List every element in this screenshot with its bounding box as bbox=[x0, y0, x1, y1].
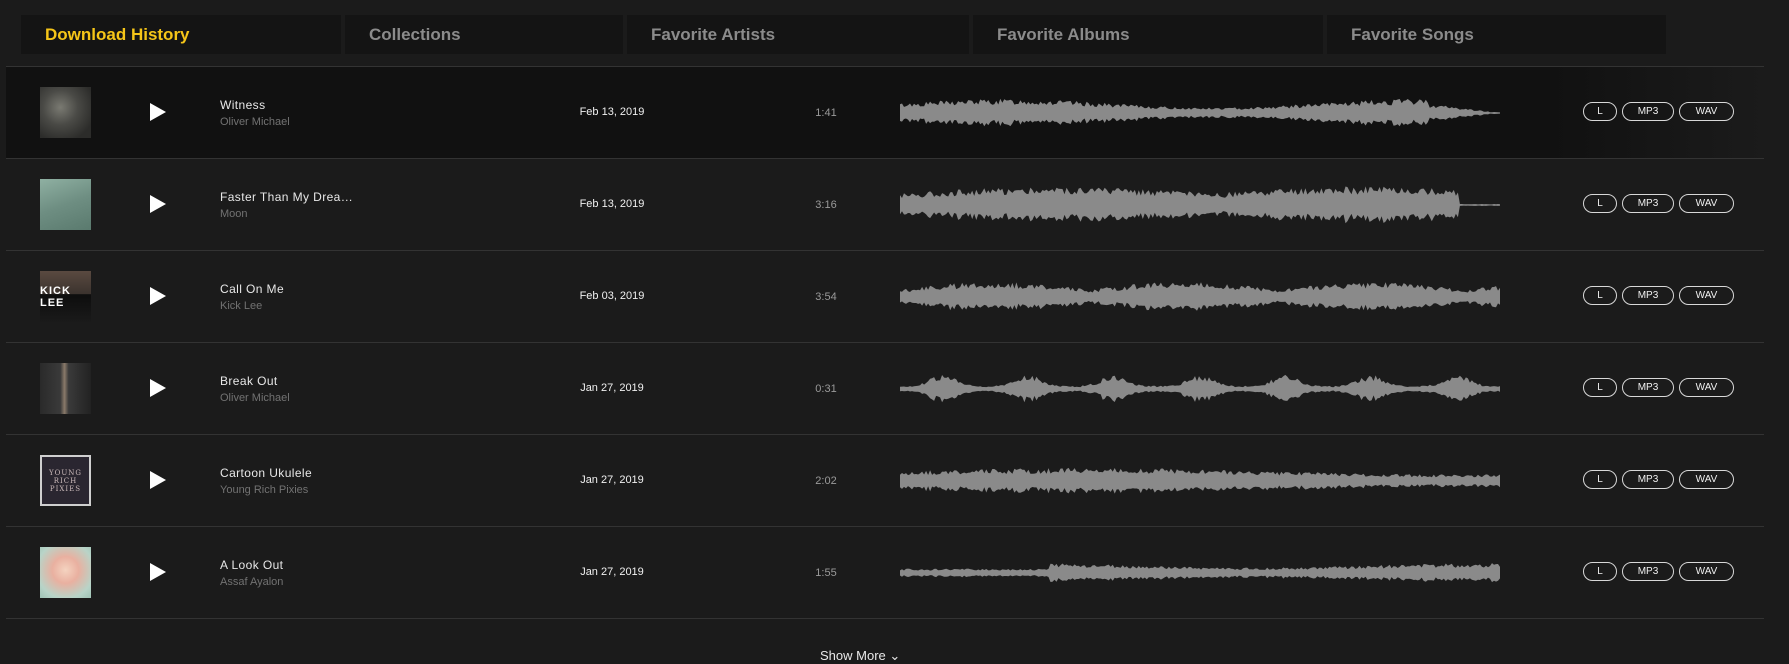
download-date: Feb 03, 2019 bbox=[579, 290, 645, 302]
tab-favorite-artists[interactable]: Favorite Artists bbox=[623, 15, 969, 54]
track-row: YOUNG RICH PIXIES Cartoon Ukulele Young … bbox=[6, 434, 1764, 526]
license-button[interactable]: L bbox=[1583, 102, 1617, 121]
track-duration: 3:54 bbox=[815, 291, 837, 303]
track-duration: 2:02 bbox=[815, 475, 837, 487]
download-buttons: L MP3 WAV bbox=[1583, 102, 1734, 121]
cover-text: KICK LEE bbox=[40, 284, 71, 309]
play-icon[interactable] bbox=[146, 101, 168, 123]
album-cover bbox=[40, 179, 91, 230]
play-icon[interactable] bbox=[146, 193, 168, 215]
license-button[interactable]: L bbox=[1583, 286, 1617, 305]
download-date: Jan 27, 2019 bbox=[580, 566, 644, 578]
wav-download-button[interactable]: WAV bbox=[1679, 286, 1734, 305]
download-buttons: L MP3 WAV bbox=[1583, 378, 1734, 397]
download-buttons: L MP3 WAV bbox=[1583, 470, 1734, 489]
album-cover bbox=[40, 547, 91, 598]
waveform[interactable] bbox=[900, 273, 1500, 321]
show-more-button[interactable]: Show More ⌄ bbox=[820, 648, 900, 664]
license-button[interactable]: L bbox=[1583, 194, 1617, 213]
waveform[interactable] bbox=[900, 89, 1500, 137]
track-title[interactable]: Cartoon Ukulele bbox=[220, 466, 312, 480]
play-icon[interactable] bbox=[146, 469, 168, 491]
mp3-download-button[interactable]: MP3 bbox=[1622, 102, 1674, 121]
track-artist[interactable]: Oliver Michael bbox=[220, 116, 290, 128]
waveform[interactable] bbox=[900, 549, 1500, 597]
download-history-list: Witness Oliver Michael Feb 13, 2019 1:41… bbox=[6, 66, 1764, 619]
track-title[interactable]: Faster Than My Drea… bbox=[220, 190, 353, 204]
track-artist[interactable]: Young Rich Pixies bbox=[220, 484, 308, 496]
waveform[interactable] bbox=[900, 365, 1500, 413]
album-cover bbox=[40, 363, 91, 414]
wav-download-button[interactable]: WAV bbox=[1679, 378, 1734, 397]
track-duration: 1:41 bbox=[815, 107, 837, 119]
license-button[interactable]: L bbox=[1583, 562, 1617, 581]
download-buttons: L MP3 WAV bbox=[1583, 194, 1734, 213]
play-icon[interactable] bbox=[146, 285, 168, 307]
waveform[interactable] bbox=[900, 181, 1500, 229]
track-artist[interactable]: Assaf Ayalon bbox=[220, 576, 283, 588]
mp3-download-button[interactable]: MP3 bbox=[1622, 286, 1674, 305]
track-row: A Look Out Assaf Ayalon Jan 27, 2019 1:5… bbox=[6, 526, 1764, 619]
waveform[interactable] bbox=[900, 457, 1500, 505]
track-row: Faster Than My Drea… Moon Feb 13, 2019 3… bbox=[6, 158, 1764, 250]
track-artist[interactable]: Moon bbox=[220, 208, 248, 220]
download-date: Feb 13, 2019 bbox=[579, 106, 645, 118]
play-icon[interactable] bbox=[146, 377, 168, 399]
album-cover bbox=[40, 87, 91, 138]
wav-download-button[interactable]: WAV bbox=[1679, 470, 1734, 489]
wav-download-button[interactable]: WAV bbox=[1679, 194, 1734, 213]
cover-text: YOUNG RICH PIXIES bbox=[49, 468, 82, 493]
track-duration: 0:31 bbox=[815, 383, 837, 395]
mp3-download-button[interactable]: MP3 bbox=[1622, 194, 1674, 213]
download-buttons: L MP3 WAV bbox=[1583, 562, 1734, 581]
mp3-download-button[interactable]: MP3 bbox=[1622, 470, 1674, 489]
download-date: Jan 27, 2019 bbox=[580, 382, 644, 394]
license-button[interactable]: L bbox=[1583, 470, 1617, 489]
tab-favorite-albums[interactable]: Favorite Albums bbox=[969, 15, 1323, 54]
album-cover: YOUNG RICH PIXIES bbox=[40, 455, 91, 506]
download-date: Jan 27, 2019 bbox=[580, 474, 644, 486]
track-title[interactable]: Witness bbox=[220, 98, 265, 112]
track-title[interactable]: A Look Out bbox=[220, 558, 283, 572]
track-title[interactable]: Call On Me bbox=[220, 282, 284, 296]
track-duration: 1:55 bbox=[815, 567, 837, 579]
mp3-download-button[interactable]: MP3 bbox=[1622, 378, 1674, 397]
track-row: Witness Oliver Michael Feb 13, 2019 1:41… bbox=[6, 66, 1764, 158]
download-buttons: L MP3 WAV bbox=[1583, 286, 1734, 305]
wav-download-button[interactable]: WAV bbox=[1679, 102, 1734, 121]
tab-bar: Download History Collections Favorite Ar… bbox=[21, 15, 1746, 54]
play-icon[interactable] bbox=[146, 561, 168, 583]
track-row: KICK LEE Call On Me Kick Lee Feb 03, 201… bbox=[6, 250, 1764, 342]
tab-collections[interactable]: Collections bbox=[341, 15, 623, 54]
download-date: Feb 13, 2019 bbox=[579, 198, 645, 210]
track-duration: 3:16 bbox=[815, 199, 837, 211]
track-row: Break Out Oliver Michael Jan 27, 2019 0:… bbox=[6, 342, 1764, 434]
track-title[interactable]: Break Out bbox=[220, 374, 278, 388]
wav-download-button[interactable]: WAV bbox=[1679, 562, 1734, 581]
tab-favorite-songs[interactable]: Favorite Songs bbox=[1323, 15, 1666, 54]
mp3-download-button[interactable]: MP3 bbox=[1622, 562, 1674, 581]
tab-download-history[interactable]: Download History bbox=[21, 15, 341, 54]
track-artist[interactable]: Oliver Michael bbox=[220, 392, 290, 404]
license-button[interactable]: L bbox=[1583, 378, 1617, 397]
track-artist[interactable]: Kick Lee bbox=[220, 300, 262, 312]
album-cover: KICK LEE bbox=[40, 271, 91, 322]
